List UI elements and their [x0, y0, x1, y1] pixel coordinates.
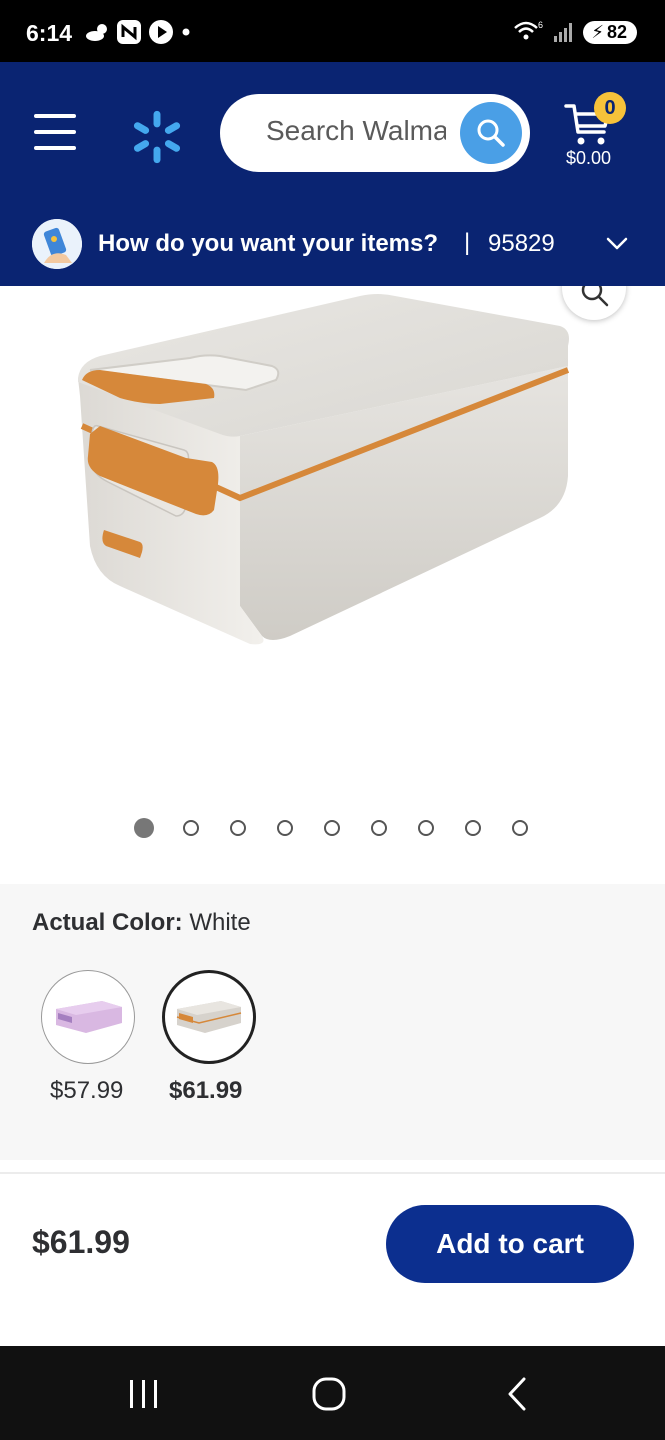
nav-home-icon[interactable]: [310, 1376, 350, 1412]
color-label-value: White: [189, 909, 251, 936]
delivery-avatar: [32, 219, 82, 269]
color-swatch-white[interactable]: [162, 970, 256, 1064]
delivery-question: How do you want your items?: [98, 230, 439, 257]
system-navigation-bar: [0, 1346, 665, 1440]
chevron-down-icon[interactable]: [604, 234, 630, 254]
color-swatch-purple[interactable]: [41, 970, 135, 1064]
product-image: [78, 294, 570, 645]
search-button[interactable]: [460, 102, 522, 164]
white-variant-thumbnail: [176, 1001, 242, 1033]
nav-recents-icon[interactable]: [124, 1376, 164, 1412]
signal-icon: [554, 23, 573, 42]
wifi-icon: 6: [514, 20, 543, 40]
product-price: $61.99: [32, 1224, 130, 1260]
dot-icon: [182, 28, 190, 36]
nav-back-icon[interactable]: [498, 1376, 538, 1412]
cart-total: $0.00: [566, 148, 612, 168]
bolt-icon: ⚡: [591, 21, 604, 42]
cart-count-badge: 0: [594, 92, 626, 124]
play-app-icon: [149, 20, 173, 44]
variant-price-purple: $57.99: [50, 1077, 124, 1104]
status-time: 6:14: [26, 20, 73, 46]
app-header: Search Walmart 0 $0.00: [0, 62, 665, 202]
carousel-dot[interactable]: [324, 820, 340, 836]
svg-text:6: 6: [538, 20, 543, 30]
zoom-icon: [581, 286, 609, 307]
status-notification-icons: [84, 18, 192, 46]
news-app-icon: [117, 20, 141, 44]
delivery-selector[interactable]: How do you want your items? | 95829: [0, 202, 665, 286]
color-label-title: Actual Color:: [32, 909, 183, 936]
product-image-carousel[interactable]: [0, 286, 665, 884]
search-input[interactable]: Search Walmart: [220, 94, 530, 172]
weather-icon: [86, 24, 107, 41]
carousel-dot[interactable]: [183, 820, 199, 836]
carousel-dot[interactable]: [512, 820, 528, 836]
add-to-cart-button[interactable]: Add to cart: [386, 1205, 634, 1283]
purple-variant-thumbnail: [56, 1001, 122, 1033]
cart-button[interactable]: 0 $0.00: [562, 92, 642, 172]
status-bar: 6:14 6 ⚡ 82: [0, 0, 665, 62]
carousel-dot[interactable]: [418, 820, 434, 836]
carousel-dot[interactable]: [465, 820, 481, 836]
carousel-dot[interactable]: [230, 820, 246, 836]
carousel-dot[interactable]: [134, 818, 154, 838]
delivery-separator: |: [464, 229, 471, 256]
color-variant-section: Actual Color: White $57.99 $61.99: [0, 884, 665, 1160]
walmart-spark-icon[interactable]: [128, 108, 186, 166]
purchase-bar: $61.99 Add to cart: [0, 1174, 665, 1346]
search-icon: [477, 119, 505, 147]
menu-icon[interactable]: [34, 114, 76, 150]
battery-level: 82: [606, 21, 627, 42]
carousel-dot[interactable]: [371, 820, 387, 836]
search-placeholder: Search Walmart: [266, 115, 446, 146]
status-system-icons: 6 ⚡ 82: [513, 20, 637, 44]
carousel-pagination: [0, 818, 665, 838]
variant-price-white: $61.99: [169, 1077, 243, 1104]
battery-indicator: ⚡ 82: [583, 20, 637, 44]
carousel-dot[interactable]: [277, 820, 293, 836]
color-label: Actual Color: White: [32, 909, 251, 937]
delivery-zip: 95829: [488, 230, 555, 257]
zoom-button[interactable]: [562, 286, 626, 320]
